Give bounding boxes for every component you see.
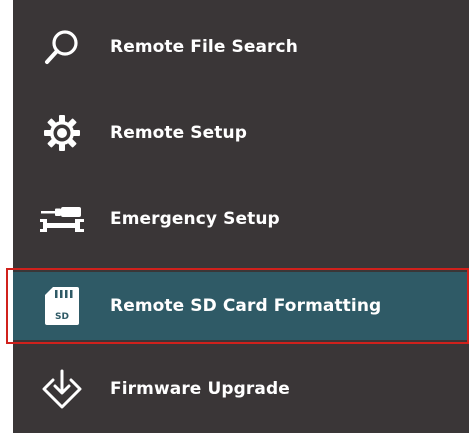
search-icon	[39, 24, 85, 70]
menu-item-emergency-setup[interactable]: Emergency Setup	[13, 186, 469, 252]
remote-menu: Remote File Search Remote Setup Emergenc…	[13, 0, 469, 433]
menu-item-remote-setup[interactable]: Remote Setup	[13, 100, 469, 166]
menu-item-remote-sd-card-formatting[interactable]: SD Remote SD Card Formatting	[13, 272, 469, 340]
tools-icon	[39, 196, 85, 242]
gear-icon	[39, 110, 85, 156]
menu-item-remote-file-search[interactable]: Remote File Search	[13, 14, 469, 80]
menu-item-label: Remote SD Card Formatting	[110, 296, 382, 316]
download-diamond-icon	[39, 366, 85, 412]
menu-item-firmware-upgrade[interactable]: Firmware Upgrade	[13, 356, 469, 422]
menu-item-label: Firmware Upgrade	[110, 379, 290, 399]
sd-card-icon: SD	[39, 283, 85, 329]
menu-item-label: Remote File Search	[110, 37, 298, 57]
sd-card-icon-text: SD	[55, 312, 69, 322]
menu-item-label: Emergency Setup	[110, 209, 280, 229]
menu-item-label: Remote Setup	[110, 123, 247, 143]
screenshot-frame: Remote File Search Remote Setup Emergenc…	[0, 0, 469, 433]
